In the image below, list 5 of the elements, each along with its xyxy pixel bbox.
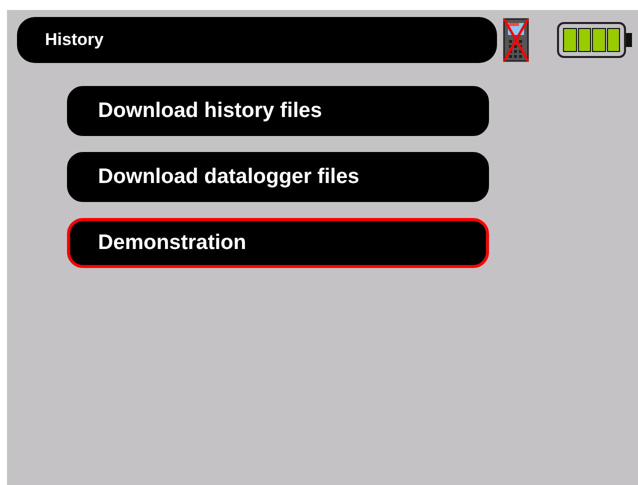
menu-item[interactable]: Download history files — [67, 86, 489, 136]
menu-item[interactable]: Download datalogger files — [67, 152, 489, 202]
window-title: History — [45, 29, 104, 52]
menu-item[interactable]: Demonstration — [67, 218, 489, 268]
battery-icon — [557, 22, 632, 58]
